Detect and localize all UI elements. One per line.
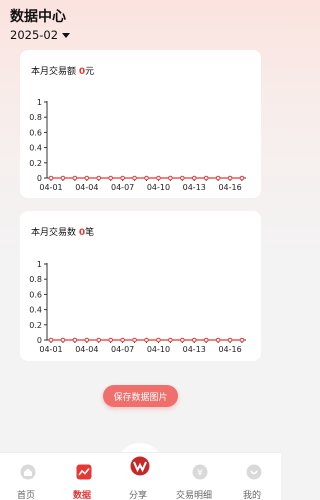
data-point [72,175,78,181]
tab-share[interactable]: 分享 [118,453,162,500]
svg-text:¥: ¥ [197,469,203,479]
y-tick-label: 0.2 [29,321,42,330]
data-point [215,175,221,181]
y-tick-label: 0.8 [29,113,42,122]
data-point [239,175,245,181]
data-point [239,337,245,343]
x-tick-label: 04-01 [39,183,62,192]
tab-transactions[interactable]: ¥ 交易明细 [170,453,230,500]
x-tick-label: 04-04 [75,183,98,192]
data-point [72,337,78,343]
count-card: 本月交易数 0笔 0 0.2 0.4 0.6 0.8 1 04-01 04-04 04-07 04… [20,211,261,361]
tab-transactions-label: 交易明细 [176,491,213,500]
data-point [108,337,113,343]
amount-chart: 0 0.2 0.4 0.6 0.8 1 04-01 04-04 04-07 04-10 04-13 0… [29,98,246,192]
y-tick-label: 0.4 [29,306,42,315]
data-point [144,175,149,181]
y-tick-label: 0.8 [29,275,42,284]
tab-data[interactable]: 数据 [62,453,106,500]
data-point [168,175,173,181]
month-selector[interactable]: 2025-02 [10,28,71,42]
chart-icon [76,464,92,480]
y-tick-label: 0.6 [29,290,42,299]
y-tick-label: 1 [37,260,42,269]
data-point [96,175,102,181]
count-chart: 0 0.2 0.4 0.6 0.8 1 04-01 04-04 04-07 04-10 04-13 0… [29,260,246,354]
tab-profile[interactable]: 我的 [232,453,276,500]
data-point [156,175,161,181]
x-tick-label: 04-16 [218,183,241,192]
y-tick-label: 0.6 [29,128,42,137]
data-point [227,175,233,181]
data-point [132,337,137,343]
data-point [120,175,125,181]
tab-home-label: 首页 [17,491,36,500]
y-tick-label: 0.4 [29,144,42,153]
data-point [48,175,54,181]
data-point [132,175,137,181]
x-tick-label: 04-16 [218,345,241,354]
data-point [227,337,233,343]
y-tick-label: 0 [37,336,42,345]
data-point [120,337,125,343]
data-point [203,175,209,181]
month-value: 2025-02 [10,28,59,42]
y-tick-label: 0 [37,174,42,183]
amount-card: 本月交易额 0元 0 0.2 0.4 0.6 0.8 1 04-01 04-04 04-07 04… [20,50,261,198]
x-tick-label: 04-07 [111,183,134,192]
data-point [191,175,197,181]
data-point [191,337,197,343]
data-point [96,337,102,343]
data-point [168,337,173,343]
data-point [84,337,90,343]
data-point [108,175,113,181]
data-point [48,337,54,343]
tab-profile-label: 我的 [243,491,262,500]
x-tick-label: 04-10 [147,183,170,192]
tab-data-label: 数据 [73,491,92,500]
x-tick-label: 04-07 [111,345,134,354]
data-point [144,337,149,343]
profile-icon [246,464,262,480]
data-point [180,175,185,181]
yen-coin-icon: ¥ [192,464,208,480]
tab-home[interactable]: 首页 [6,453,50,500]
y-tick-label: 1 [37,98,42,107]
y-tick-label: 0.2 [29,159,42,168]
x-tick-label: 04-13 [183,345,206,354]
data-point [60,175,66,181]
data-point [180,337,185,343]
x-tick-label: 04-10 [147,345,170,354]
x-tick-label: 04-01 [39,345,62,354]
home-icon [20,464,36,480]
tab-bar: 首页 数据 分享 ¥ 交易明细 我的 [0,452,281,500]
data-point [156,337,161,343]
caret-down-icon [62,33,71,38]
share-logo-icon [130,456,150,476]
data-point [215,337,221,343]
data-point [84,175,90,181]
save-image-button[interactable]: 保存数据图片 [103,385,178,407]
page-title: 数据中心 [10,9,66,25]
data-point [203,337,209,343]
x-tick-label: 04-04 [75,345,98,354]
x-tick-label: 04-13 [183,183,206,192]
data-point [60,337,66,343]
tab-share-label: 分享 [129,491,148,500]
